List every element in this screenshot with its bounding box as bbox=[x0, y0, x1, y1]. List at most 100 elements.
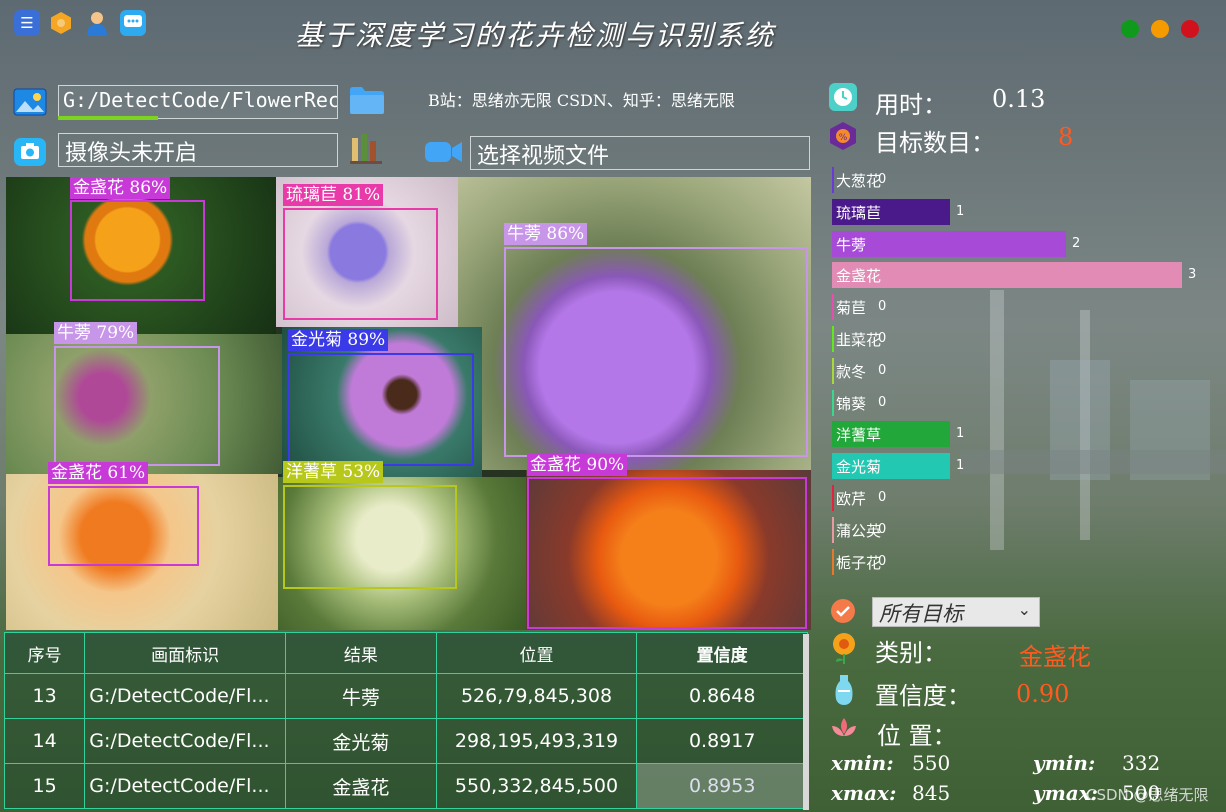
table-cell[interactable]: G:/DetectCode/Fl... bbox=[84, 763, 287, 809]
bar-row: 洋蓍草 1 bbox=[832, 421, 1212, 448]
image-icon[interactable] bbox=[13, 88, 47, 116]
bar-category-label: 金盏花 bbox=[836, 267, 882, 286]
bar-row: 大葱花 0 bbox=[832, 167, 1212, 193]
bar-value-label: 0 bbox=[878, 490, 887, 505]
detection-label: 金光菊 89% bbox=[288, 329, 389, 351]
table-scrollbar[interactable] bbox=[803, 634, 809, 810]
table-row[interactable]: 15 G:/DetectCode/Fl... 金盏花 550,332,845,5… bbox=[3, 763, 808, 809]
flower-icon bbox=[830, 632, 858, 666]
bar-axis-mark bbox=[832, 167, 834, 193]
bar-category-label: 款冬 bbox=[836, 362, 867, 381]
table-row[interactable]: 14 G:/DetectCode/Fl... 金光菊 298,195,493,3… bbox=[3, 718, 808, 764]
bar-value-label: 0 bbox=[878, 394, 887, 410]
table-cell[interactable]: 0.8917 bbox=[636, 718, 808, 764]
column-header[interactable]: 结果 bbox=[285, 632, 437, 674]
bar-row: 金盏花 3 bbox=[832, 262, 1212, 289]
table-cell[interactable]: 0.8953 bbox=[636, 763, 808, 809]
bar-axis-mark bbox=[832, 294, 834, 321]
bar-value-label: 0 bbox=[878, 362, 887, 378]
maximize-button[interactable] bbox=[1121, 20, 1139, 38]
table-cell[interactable]: 0.8648 bbox=[636, 673, 808, 719]
detection-box[interactable] bbox=[283, 485, 457, 589]
detection-box[interactable] bbox=[283, 208, 438, 320]
results-table: 序号 画面标识 结果 位置 置信度 13 G:/DetectCode/Fl...… bbox=[3, 632, 808, 809]
bar-row: 蒲公英 0 bbox=[832, 516, 1212, 543]
column-header[interactable]: 置信度 bbox=[636, 632, 808, 674]
column-header[interactable]: 序号 bbox=[3, 632, 86, 674]
bar-axis-mark bbox=[832, 389, 834, 416]
bar-category-label: 大葱花 bbox=[836, 172, 882, 190]
bar-row: 菊苣 0 bbox=[832, 294, 1212, 321]
confidence-value: 0.90 bbox=[1016, 680, 1070, 708]
bar bbox=[834, 230, 1066, 257]
detection-box[interactable] bbox=[70, 200, 205, 301]
table-row[interactable]: 13 G:/DetectCode/Fl... 牛蒡 526,79,845,308… bbox=[3, 673, 808, 719]
table-cell[interactable]: 金光菊 bbox=[285, 718, 437, 764]
detection-label: 洋蓍草 53% bbox=[283, 461, 384, 483]
bar-category-label: 洋蓍草 bbox=[836, 426, 882, 445]
bar-value-label: 1 bbox=[956, 426, 965, 442]
vase-icon bbox=[832, 673, 856, 707]
detection-canvas[interactable]: 金盏花 86% 琉璃苣 81% 牛蒡 86% 牛蒡 79% 金光菊 89% 金盏… bbox=[6, 177, 811, 630]
detection-label: 金盏花 86% bbox=[70, 177, 171, 199]
detection-label: 金盏花 61% bbox=[48, 462, 149, 484]
detection-box[interactable] bbox=[288, 353, 474, 466]
target-filter-select[interactable]: 所有目标 ⌄ bbox=[872, 597, 1040, 627]
detection-box[interactable] bbox=[504, 247, 808, 457]
detection-box[interactable] bbox=[48, 486, 199, 566]
menu-icon[interactable]: ☰ bbox=[14, 10, 40, 36]
detection-box[interactable] bbox=[527, 477, 807, 629]
table-cell[interactable]: 14 bbox=[3, 718, 86, 764]
table-cell[interactable]: 15 bbox=[3, 763, 86, 809]
bar-axis-mark bbox=[832, 326, 834, 352]
svg-text:%: % bbox=[839, 133, 848, 143]
bar-row: 款冬 0 bbox=[832, 357, 1212, 384]
window-title: 基于深度学习的花卉检测与识别系统 bbox=[295, 19, 776, 52]
column-header[interactable]: 位置 bbox=[435, 632, 638, 674]
bar-category-label: 栀子花 bbox=[836, 553, 882, 572]
video-camera-icon[interactable] bbox=[424, 138, 464, 166]
bar-value-label: 0 bbox=[878, 521, 887, 537]
image-path-field[interactable]: G:/DetectCode/FlowerRec bbox=[58, 85, 338, 119]
time-label: 用时： bbox=[875, 91, 947, 119]
table-cell[interactable]: 298,195,493,319 bbox=[435, 718, 638, 764]
hexagon-icon[interactable] bbox=[48, 10, 74, 36]
bar-category-label: 蒲公英 bbox=[836, 521, 882, 540]
video-file-field[interactable]: 选择视频文件 bbox=[470, 136, 810, 170]
bar bbox=[834, 262, 1182, 289]
bar-category-label: 韭菜花 bbox=[836, 331, 882, 349]
column-header[interactable]: 画面标识 bbox=[84, 632, 287, 674]
camera-icon[interactable] bbox=[13, 135, 47, 167]
detection-box[interactable] bbox=[54, 346, 220, 466]
count-value: 8 bbox=[1058, 123, 1074, 151]
camera-status-field[interactable]: 摄像头未开启 bbox=[58, 133, 338, 167]
minimize-button[interactable] bbox=[1151, 20, 1169, 38]
ymin-value: 332 bbox=[1122, 751, 1161, 775]
bar-axis-mark bbox=[832, 485, 834, 511]
table-cell[interactable]: 526,79,845,308 bbox=[435, 673, 638, 719]
chat-icon[interactable] bbox=[120, 10, 146, 36]
table-cell[interactable]: 550,332,845,500 bbox=[435, 763, 638, 809]
table-header-row: 序号 画面标识 结果 位置 置信度 bbox=[3, 632, 808, 674]
table-cell[interactable]: 牛蒡 bbox=[285, 673, 437, 719]
bar-row: 栀子花 0 bbox=[832, 548, 1212, 575]
xmin-value: 550 bbox=[912, 751, 951, 775]
bar-row: 金光菊 1 bbox=[832, 453, 1212, 480]
folder-icon[interactable] bbox=[348, 84, 386, 116]
bar-category-label: 牛蒡 bbox=[836, 235, 867, 254]
table-cell[interactable]: 13 bbox=[3, 673, 86, 719]
table-cell[interactable]: 金盏花 bbox=[285, 763, 437, 809]
table-cell[interactable]: G:/DetectCode/Fl... bbox=[84, 673, 287, 719]
count-label: 目标数目： bbox=[875, 129, 995, 157]
bar-value-label: 0 bbox=[878, 553, 887, 569]
table-cell[interactable]: G:/DetectCode/Fl... bbox=[84, 718, 287, 764]
close-button[interactable] bbox=[1181, 20, 1199, 38]
tools-icon[interactable] bbox=[348, 132, 386, 166]
class-label: 类别： bbox=[875, 639, 947, 667]
bar-value-label: 0 bbox=[878, 172, 887, 187]
bar-row: 欧芹 0 bbox=[832, 485, 1212, 511]
bar-category-label: 琉璃苣 bbox=[836, 203, 882, 222]
target-count-icon: % bbox=[829, 121, 857, 151]
user-icon[interactable] bbox=[84, 10, 110, 36]
bar-value-label: 3 bbox=[1188, 267, 1197, 283]
